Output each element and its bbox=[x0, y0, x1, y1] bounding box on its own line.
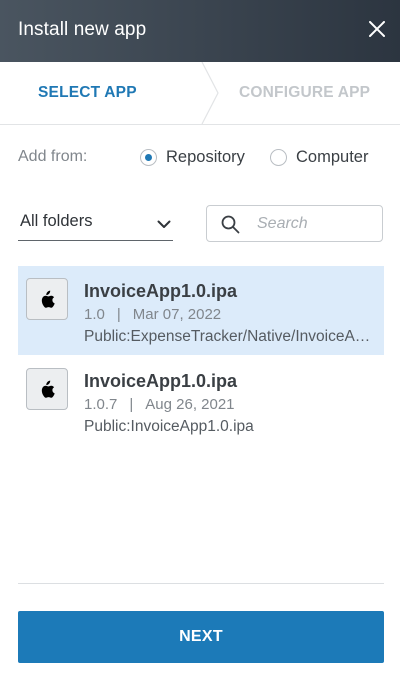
radio-repository-indicator bbox=[140, 149, 157, 166]
apple-icon bbox=[26, 278, 68, 320]
dialog-title: Install new app bbox=[18, 19, 147, 40]
app-path: Public:ExpenseTracker/Native/InvoiceApp1… bbox=[84, 328, 376, 345]
app-name: InvoiceApp1.0.ipa bbox=[84, 371, 238, 391]
dialog-header: Install new app bbox=[0, 0, 400, 62]
app-name: InvoiceApp1.0.ipa bbox=[84, 281, 238, 301]
step-select-app[interactable]: SELECT APP bbox=[38, 84, 137, 102]
search-icon bbox=[221, 215, 240, 239]
app-meta: 1.0 | Mar 07, 2022 bbox=[84, 306, 221, 323]
step-indicator: SELECT APP CONFIGURE APP bbox=[0, 62, 400, 125]
next-button[interactable]: NEXT bbox=[18, 611, 384, 663]
app-date: Aug 26, 2021 bbox=[145, 396, 235, 413]
app-path: Public:InvoiceApp1.0.ipa bbox=[84, 418, 254, 435]
close-button[interactable] bbox=[362, 16, 392, 46]
radio-repository[interactable]: Repository bbox=[140, 148, 245, 167]
radio-computer-indicator bbox=[270, 149, 287, 166]
radio-repository-label: Repository bbox=[166, 148, 245, 166]
footer-divider bbox=[18, 583, 384, 584]
search-input[interactable] bbox=[257, 212, 375, 236]
close-icon bbox=[369, 20, 385, 42]
folder-dropdown[interactable]: All folders bbox=[18, 206, 173, 241]
app-list-item[interactable]: InvoiceApp1.0.ipa 1.0 | Mar 07, 2022 Publi… bbox=[18, 266, 384, 355]
search-box[interactable] bbox=[206, 205, 383, 242]
app-date: Mar 07, 2022 bbox=[132, 306, 222, 323]
add-from-label: Add from: bbox=[18, 148, 88, 165]
app-version: 1.0 bbox=[84, 306, 105, 323]
app-version: 1.0.7 bbox=[84, 396, 118, 413]
meta-separator: | bbox=[116, 306, 121, 323]
radio-computer-label: Computer bbox=[296, 148, 369, 166]
folder-dropdown-value: All folders bbox=[20, 212, 93, 230]
meta-separator: | bbox=[129, 396, 134, 413]
apple-icon bbox=[26, 368, 68, 410]
app-meta: 1.0.7 | Aug 26, 2021 bbox=[84, 396, 235, 413]
app-list-item[interactable]: InvoiceApp1.0.ipa 1.0.7 | Aug 26, 2021 Pub… bbox=[18, 356, 384, 445]
chevron-down-icon bbox=[157, 216, 171, 234]
step-configure-app[interactable]: CONFIGURE APP bbox=[239, 84, 370, 102]
radio-computer[interactable]: Computer bbox=[270, 148, 368, 167]
